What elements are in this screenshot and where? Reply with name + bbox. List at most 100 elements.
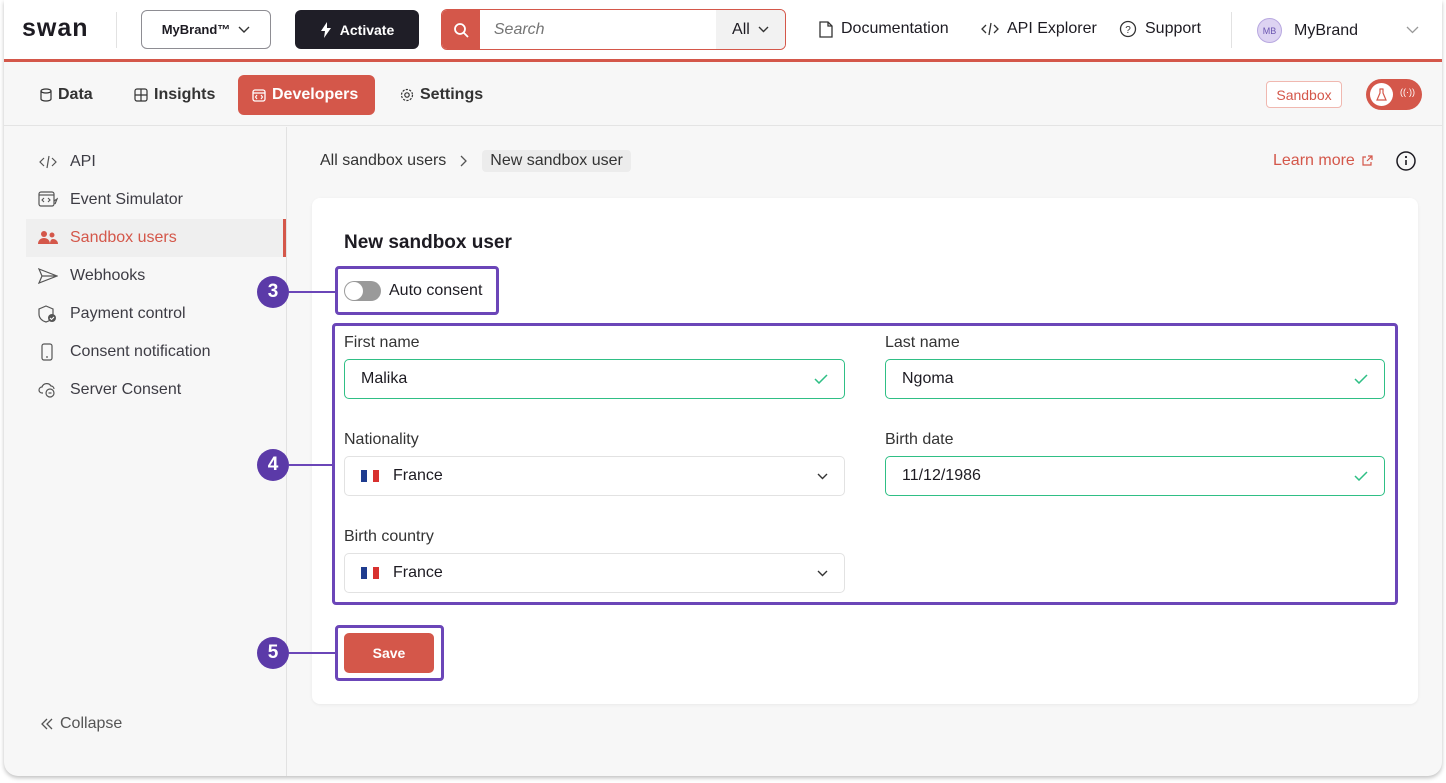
account-name: MyBrand xyxy=(1294,21,1359,39)
annotation-badge-5: 5 xyxy=(257,637,289,669)
sidebar-item-label: Sandbox users xyxy=(70,229,177,246)
birth-country-label: Birth country xyxy=(344,528,434,545)
brand-selector[interactable]: MyBrand™ xyxy=(141,10,271,49)
last-name-field[interactable]: Ngoma xyxy=(885,359,1385,399)
nationality-value: France xyxy=(393,467,443,484)
toggle-knob xyxy=(345,282,363,300)
support-label: Support xyxy=(1145,20,1202,37)
database-icon xyxy=(40,88,52,102)
breadcrumb: All sandbox users New sandbox user xyxy=(320,150,631,172)
svg-text:?: ? xyxy=(1125,25,1131,36)
app-window: swan MyBrand™ Activate All Documentation xyxy=(4,0,1442,776)
help-bubble-icon: ? xyxy=(1119,20,1137,38)
avatar: MB xyxy=(1257,18,1282,43)
sidebar-item-api[interactable]: API xyxy=(26,143,286,181)
annotation-connector xyxy=(289,291,335,293)
send-icon xyxy=(38,268,58,284)
event-simulator-icon xyxy=(38,191,58,207)
users-icon xyxy=(38,231,58,244)
sidebar-item-label: Consent notification xyxy=(70,343,211,360)
sidebar-item-label: Webhooks xyxy=(70,267,146,284)
first-name-field[interactable]: Malika xyxy=(344,359,845,399)
last-name-value: Ngoma xyxy=(902,370,954,387)
sidebar: API Event Simulator Sandbox users Webhoo… xyxy=(4,127,287,776)
brand-selector-label: MyBrand™ xyxy=(161,22,231,37)
info-icon[interactable] xyxy=(1396,151,1416,171)
top-bar: swan MyBrand™ Activate All Documentation xyxy=(4,0,1442,62)
document-icon xyxy=(819,20,833,38)
phone-icon xyxy=(41,343,53,361)
first-name-label: First name xyxy=(344,334,420,351)
documentation-label: Documentation xyxy=(841,20,949,37)
lightning-icon xyxy=(320,21,331,38)
tab-developers-label: Developers xyxy=(272,86,359,103)
sidebar-item-webhooks[interactable]: Webhooks xyxy=(26,257,286,295)
chevron-down-icon xyxy=(758,26,769,33)
birth-date-field[interactable]: 11/12/1986 xyxy=(885,456,1385,496)
tab-settings[interactable]: Settings xyxy=(386,75,497,115)
sidebar-item-label: Payment control xyxy=(70,305,186,322)
auto-consent-label: Auto consent xyxy=(389,282,483,299)
double-chevron-left-icon xyxy=(41,718,53,730)
code-icon xyxy=(39,155,57,169)
birth-date-label: Birth date xyxy=(885,431,954,448)
tab-settings-label: Settings xyxy=(420,86,484,103)
tab-data-label: Data xyxy=(58,86,93,103)
sidebar-item-event-simulator[interactable]: Event Simulator xyxy=(26,181,286,219)
sidebar-item-label: API xyxy=(70,153,96,170)
code-icon xyxy=(981,22,999,36)
annotation-badge-4: 4 xyxy=(257,449,289,481)
tab-developers[interactable]: Developers xyxy=(238,75,375,115)
tab-insights-label: Insights xyxy=(154,86,216,103)
checkmark-icon xyxy=(1354,471,1368,481)
cloud-icon xyxy=(38,383,55,398)
birth-country-select[interactable]: France xyxy=(344,553,845,593)
france-flag-icon xyxy=(361,566,379,579)
divider xyxy=(116,12,117,48)
swan-logo: swan xyxy=(22,14,89,42)
api-explorer-label: API Explorer xyxy=(1007,20,1097,37)
sidebar-item-label: Server Consent xyxy=(70,381,182,398)
account-menu[interactable]: MB MyBrand xyxy=(1257,18,1358,43)
chevron-down-icon[interactable] xyxy=(1406,26,1419,34)
documentation-link[interactable]: Documentation xyxy=(819,20,949,38)
tab-insights[interactable]: Insights xyxy=(120,75,229,115)
support-link[interactable]: ? Support xyxy=(1119,20,1201,38)
search-scope-label: All xyxy=(732,20,750,38)
collapse-label: Collapse xyxy=(60,715,123,732)
search-bar: All xyxy=(441,9,786,50)
section-tabs-bar: Data Insights Developers Settings Sandbo… xyxy=(4,65,1442,126)
annotation-connector xyxy=(289,652,335,654)
search-icon[interactable] xyxy=(442,10,480,49)
chevron-down-icon xyxy=(817,570,828,576)
external-link-icon xyxy=(1362,155,1373,166)
france-flag-icon xyxy=(361,469,379,482)
birth-date-value: 11/12/1986 xyxy=(902,467,981,484)
search-input[interactable] xyxy=(479,10,716,49)
gear-icon xyxy=(400,88,414,102)
sidebar-item-sandbox-users[interactable]: Sandbox users xyxy=(26,219,286,257)
activate-button[interactable]: Activate xyxy=(295,10,419,49)
sidebar-item-payment-control[interactable]: Payment control xyxy=(26,295,286,333)
sidebar-item-consent-notification[interactable]: Consent notification xyxy=(26,333,286,371)
chevron-down-icon xyxy=(238,26,250,33)
search-scope-select[interactable]: All xyxy=(715,10,785,49)
learn-more-link[interactable]: Learn more xyxy=(1273,152,1373,170)
sidebar-item-server-consent[interactable]: Server Consent xyxy=(26,371,286,409)
api-explorer-link[interactable]: API Explorer xyxy=(981,20,1097,38)
environment-toggle[interactable]: ((·)) xyxy=(1366,79,1422,110)
breadcrumb-current: New sandbox user xyxy=(482,150,631,172)
activate-label: Activate xyxy=(339,21,395,38)
grid-icon xyxy=(134,88,148,102)
breadcrumb-parent[interactable]: All sandbox users xyxy=(320,152,446,170)
last-name-label: Last name xyxy=(885,334,960,351)
annotation-badge-3: 3 xyxy=(257,276,289,308)
tab-data[interactable]: Data xyxy=(26,75,107,115)
developer-icon xyxy=(252,88,266,102)
nationality-label: Nationality xyxy=(344,431,419,448)
signal-icon: ((·)) xyxy=(1400,87,1415,97)
save-button[interactable]: Save xyxy=(344,633,434,673)
collapse-sidebar-button[interactable]: Collapse xyxy=(40,715,122,733)
nationality-select[interactable]: France xyxy=(344,456,845,496)
auto-consent-toggle[interactable] xyxy=(344,281,381,301)
